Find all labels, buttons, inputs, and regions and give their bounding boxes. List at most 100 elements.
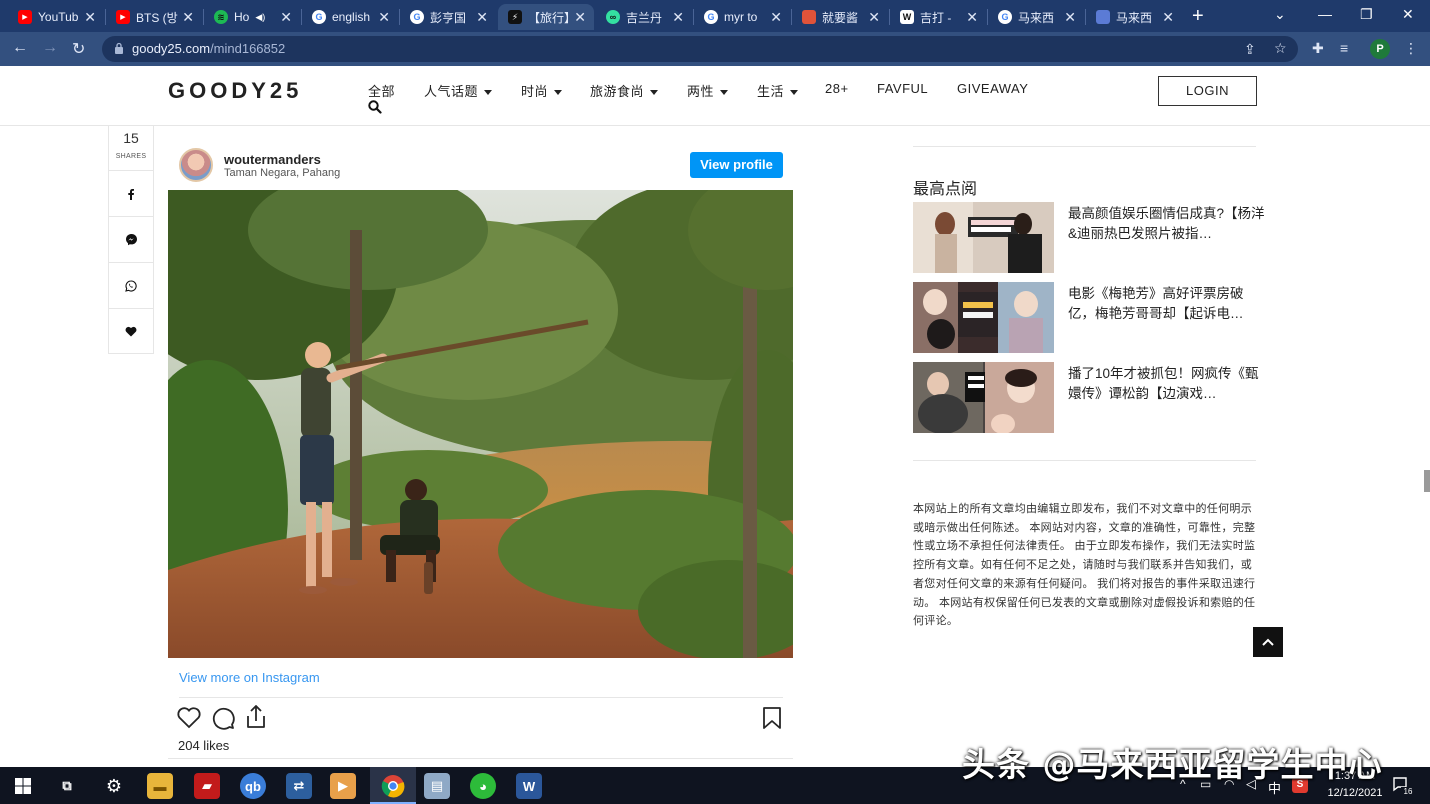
red-app-icon[interactable]: ▰ — [194, 773, 220, 799]
file-explorer-icon[interactable]: ▬ — [147, 773, 173, 799]
chrome-icon[interactable] — [380, 773, 406, 799]
disclaimer-text: 本网站上的所有文章均由编辑立即发布，我们不对文章中的任何明示或暗示做出任何陈述。… — [913, 503, 1256, 628]
facebook-icon — [128, 188, 134, 200]
popular-title[interactable]: 播了10年才被抓包！网疯传《甄嬛传》谭松韵【边演戏… — [1068, 364, 1268, 404]
jungle-river-photo — [168, 190, 793, 658]
minimize-button[interactable]: — — [1318, 6, 1332, 22]
clock-date[interactable]: 12/12/2021 — [1320, 787, 1390, 799]
extensions-icon[interactable]: ✚ — [1312, 40, 1324, 57]
view-profile-button[interactable]: View profile — [690, 152, 783, 178]
bookmark-icon[interactable] — [762, 706, 782, 730]
browser-tab[interactable]: ≋ Ho ◀) ✕ — [204, 4, 300, 30]
nav-item[interactable]: 28+ — [825, 81, 849, 96]
nav-item[interactable]: 人气话题 — [424, 81, 493, 100]
caret-down-icon — [484, 90, 493, 96]
close-tab-icon[interactable]: ✕ — [770, 9, 782, 26]
instagram-photo[interactable] — [168, 190, 793, 658]
popular-item[interactable]: 电影《梅艳芳》高好评票房破亿，梅艳芳哥哥却【起诉电… — [913, 282, 1273, 354]
view-more-link[interactable]: View more on Instagram — [179, 670, 320, 685]
media-player-icon[interactable]: ▶ — [330, 773, 356, 799]
nav-item[interactable]: 时尚 — [521, 81, 563, 100]
browser-tab[interactable]: ▶ YouTub ✕ — [8, 4, 104, 30]
like-share-button[interactable] — [109, 308, 153, 354]
maximize-button[interactable]: ❐ — [1360, 6, 1373, 23]
settings-gear-icon[interactable]: ⚙ — [101, 773, 127, 799]
close-tab-icon[interactable]: ✕ — [574, 9, 586, 26]
close-tab-icon[interactable]: ✕ — [84, 9, 96, 26]
facebook-share-button[interactable] — [109, 170, 153, 216]
qbittorrent-icon[interactable]: qb — [240, 773, 266, 799]
windows-start-icon[interactable] — [10, 773, 36, 799]
nav-item[interactable]: 两性 — [687, 81, 729, 100]
profile-avatar[interactable]: P — [1370, 39, 1390, 59]
browser-tab[interactable]: G 彭亨国 ✕ — [400, 4, 496, 30]
reload-button[interactable]: ↻ — [72, 39, 85, 59]
whatsapp-share-button[interactable] — [109, 262, 153, 308]
browser-tab[interactable]: ∞ 吉兰丹 ✕ — [596, 4, 692, 30]
nav-item[interactable]: 全部 — [368, 81, 395, 100]
login-button[interactable]: LOGIN — [1158, 76, 1257, 106]
heart-outline-icon[interactable] — [176, 706, 202, 730]
nav-item[interactable]: 生活 — [757, 81, 799, 100]
close-tab-icon[interactable]: ✕ — [1064, 9, 1076, 26]
lock-icon — [115, 42, 123, 54]
address-bar[interactable]: goody25.com/mind166852 ⇪ ☆ — [102, 36, 1298, 62]
forward-button[interactable]: → — [42, 39, 58, 57]
popular-item[interactable]: 最高颜值娱乐圈情侣成真?【杨洋&迪丽热巴发照片被指… — [913, 202, 1273, 274]
browser-tab[interactable]: W 吉打 - ✕ — [890, 4, 986, 30]
close-tab-icon[interactable]: ✕ — [1162, 9, 1174, 26]
share-icon[interactable] — [244, 704, 268, 730]
browser-tab[interactable]: ⚡ 【旅行】 ✕ — [498, 4, 594, 30]
close-window-button[interactable]: ✕ — [1402, 6, 1414, 23]
goody-icon: ⚡ — [508, 10, 522, 24]
close-tab-icon[interactable]: ✕ — [476, 9, 488, 26]
popular-item[interactable]: 播了10年才被抓包！网疯传《甄嬛传》谭松韵【边演戏… — [913, 362, 1273, 434]
browser-tab[interactable]: G 马来西 ✕ — [988, 4, 1084, 30]
nav-label: GIVEAWAY — [957, 81, 1029, 96]
browser-tab[interactable]: Genglish ✕ — [302, 4, 398, 30]
search-icon[interactable] — [368, 100, 382, 114]
word-icon[interactable]: W — [516, 773, 542, 799]
wechat-icon[interactable]: ◕ — [470, 773, 496, 799]
comment-icon[interactable] — [210, 705, 236, 731]
browser-tab[interactable]: 就要酱 ✕ — [792, 4, 888, 30]
network-drive-icon[interactable]: ▤ — [424, 773, 450, 799]
tab-search-icon[interactable]: ⌄ — [1274, 6, 1286, 23]
back-to-top-button[interactable] — [1253, 627, 1283, 657]
popular-title[interactable]: 最高颜值娱乐圈情侣成真?【杨洋&迪丽热巴发照片被指… — [1068, 204, 1268, 244]
site-header: GOODY25 全部 人气话题 时尚 旅游食尚 两性 生活 28+ FAVFUL GIVEAWA… — [0, 66, 1430, 126]
messenger-share-button[interactable] — [109, 216, 153, 262]
popular-thumbnail[interactable] — [913, 202, 1054, 273]
new-tab-button[interactable]: + — [1192, 5, 1204, 28]
close-tab-icon[interactable]: ✕ — [182, 9, 194, 26]
network-app-icon[interactable]: ⇄ — [286, 773, 312, 799]
instagram-location[interactable]: Taman Negara, Pahang — [224, 167, 340, 179]
media-control-icon[interactable]: ≡ — [1340, 40, 1348, 56]
close-tab-icon[interactable]: ✕ — [672, 9, 684, 26]
back-button[interactable]: ← — [12, 39, 28, 57]
instagram-avatar[interactable] — [179, 148, 213, 182]
close-tab-icon[interactable]: ✕ — [966, 9, 978, 26]
browser-tab[interactable]: Gmyr to ✕ — [694, 4, 790, 30]
speaker-icon[interactable]: ◀) — [255, 12, 265, 23]
share-page-icon[interactable]: ⇪ — [1244, 41, 1256, 58]
popular-title[interactable]: 电影《梅艳芳》高好评票房破亿，梅艳芳哥哥却【起诉电… — [1068, 284, 1268, 324]
bookmark-star-icon[interactable]: ☆ — [1274, 40, 1287, 57]
close-tab-icon[interactable]: ✕ — [868, 9, 880, 26]
browser-tab[interactable]: ▶ BTS (방 ✕ — [106, 4, 202, 30]
site-logo[interactable]: GOODY25 — [168, 78, 302, 104]
menu-icon[interactable]: ⋮ — [1404, 40, 1418, 57]
nav-item[interactable]: GIVEAWAY — [957, 81, 1028, 96]
nav-item[interactable]: FAVFUL — [877, 81, 928, 96]
nav-item[interactable]: 旅游食尚 — [590, 81, 659, 100]
close-tab-icon[interactable]: ✕ — [280, 9, 292, 26]
instagram-username[interactable]: woutermanders — [224, 152, 321, 167]
browser-tab[interactable]: 马来西 ✕ — [1086, 4, 1182, 30]
caret-down-icon — [790, 90, 799, 96]
popular-thumbnail[interactable] — [913, 362, 1054, 433]
task-view-icon[interactable]: ⧉ — [54, 773, 80, 799]
caret-down-icon — [650, 90, 659, 96]
page-scrollbar-thumb[interactable] — [1424, 470, 1430, 492]
close-tab-icon[interactable]: ✕ — [378, 9, 390, 26]
popular-thumbnail[interactable] — [913, 282, 1054, 353]
